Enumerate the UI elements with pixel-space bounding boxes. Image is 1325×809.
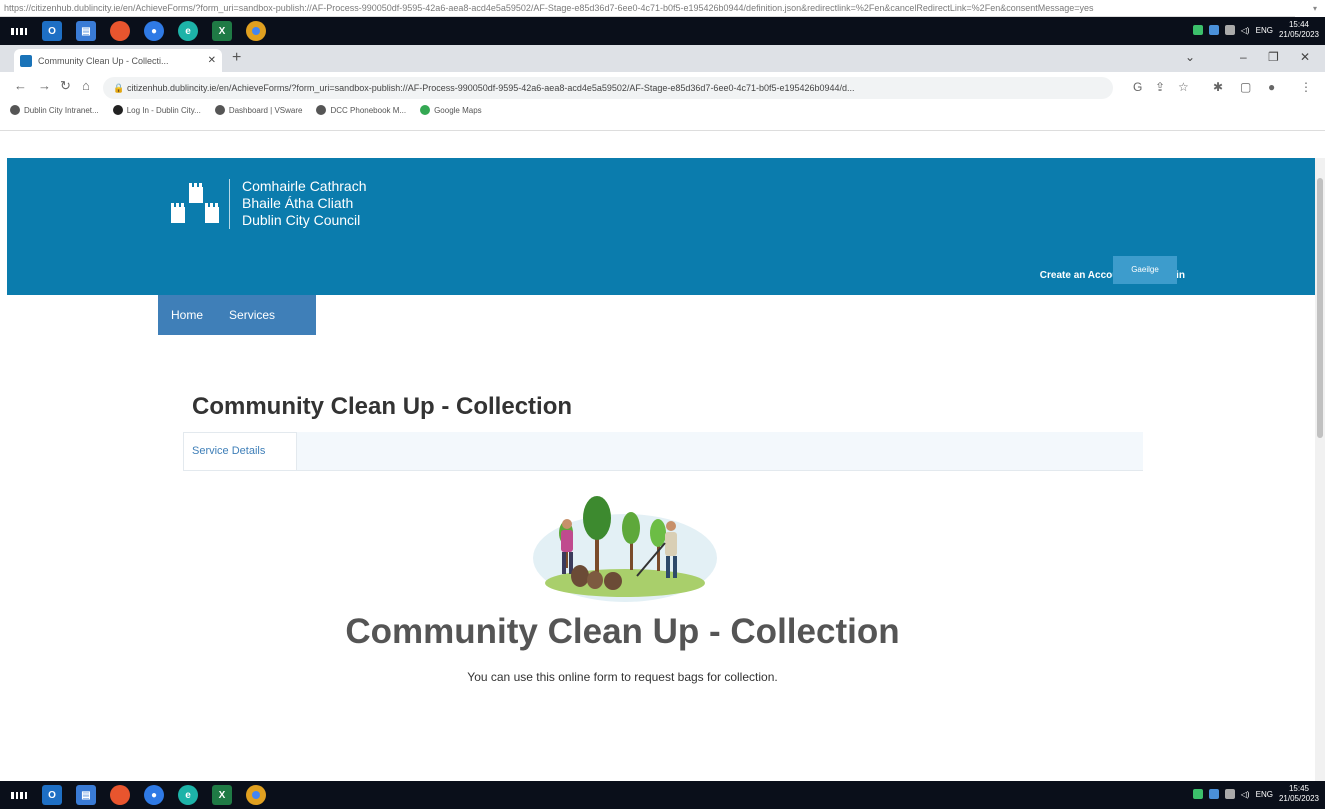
- scroll-thumb[interactable]: [1317, 178, 1323, 438]
- bookmark-item[interactable]: Dublin City Intranet...: [10, 105, 99, 115]
- chrome-icon[interactable]: [246, 21, 266, 41]
- address-bar[interactable]: 🔒 citizenhub.dublincity.ie/en/AchieveFor…: [103, 77, 1113, 99]
- globe-icon: [214, 105, 225, 115]
- clock-time: 15:45: [1288, 784, 1309, 793]
- windows-start-icon[interactable]: [10, 786, 28, 804]
- network-icon[interactable]: [1224, 25, 1235, 35]
- maps-pin-icon[interactable]: ●: [144, 21, 164, 41]
- sidepanel-icon[interactable]: ▢: [1240, 80, 1251, 94]
- home-icon[interactable]: ⌂: [82, 78, 90, 93]
- excel-icon[interactable]: X: [212, 785, 232, 805]
- close-window-icon[interactable]: ✕: [1300, 50, 1310, 64]
- new-tab-icon[interactable]: +: [232, 49, 241, 67]
- page-scrollbar[interactable]: [1315, 158, 1325, 781]
- bookmark-item[interactable]: Google Maps: [420, 105, 482, 115]
- gaeilge-button[interactable]: Gaeilge: [1113, 256, 1177, 284]
- google-icon[interactable]: G: [1133, 80, 1142, 94]
- taskbar-top: O ▤ ● e X ◁) ENG 15:44 21/05/2023: [0, 17, 1325, 45]
- browser-tab-bar: Community Clean Up - Collecti... ✕ + ⌄ –…: [0, 45, 1325, 72]
- edge-icon[interactable]: e: [178, 785, 198, 805]
- tray-app-icon[interactable]: [1192, 25, 1203, 35]
- forward-icon[interactable]: →: [38, 78, 51, 93]
- windows-start-icon[interactable]: [10, 22, 28, 40]
- tab-service-details[interactable]: Service Details: [183, 432, 297, 470]
- site-header: Comhairle Cathrach Bhaile Átha Cliath Du…: [7, 158, 1315, 295]
- tray-people-icon[interactable]: [1208, 789, 1219, 799]
- outlook-icon[interactable]: O: [42, 785, 62, 805]
- clock-date: 21/05/2023: [1278, 794, 1319, 803]
- restore-icon[interactable]: ❐: [1268, 50, 1279, 64]
- form-tabs: Service Details: [183, 432, 1143, 471]
- dcc-logo[interactable]: Comhairle Cathrach Bhaile Átha Cliath Du…: [167, 178, 367, 229]
- dcc-favicon-icon: [20, 54, 32, 67]
- three-castles-icon: [167, 181, 223, 227]
- nav-home[interactable]: Home: [158, 308, 216, 322]
- clock-time: 15:44: [1288, 20, 1309, 29]
- language-indicator[interactable]: ENG: [1256, 26, 1273, 35]
- share-icon[interactable]: ⇪: [1155, 80, 1165, 94]
- firefox-icon[interactable]: [110, 21, 130, 41]
- main-nav: Home Services: [158, 295, 316, 335]
- page-title: Community Clean Up - Collection: [192, 393, 573, 420]
- extensions-icon[interactable]: ✱: [1213, 80, 1223, 94]
- bookmark-item[interactable]: DCC Phonebook M...: [316, 105, 406, 115]
- hero-description: You can use this online form to request …: [467, 670, 778, 684]
- logo-line-irish-1: Comhairle Cathrach: [242, 178, 367, 194]
- tray-people-icon[interactable]: [1208, 25, 1219, 35]
- chevron-down-icon: ▾: [1312, 4, 1317, 13]
- outlook-icon[interactable]: O: [42, 21, 62, 41]
- site-icon: [112, 105, 123, 115]
- bookmark-item[interactable]: Log In - Dublin City...: [112, 105, 201, 115]
- back-icon[interactable]: ←: [14, 78, 27, 93]
- nav-services[interactable]: Services: [216, 308, 288, 322]
- bookmark-label: Dublin City Intranet...: [24, 105, 99, 115]
- bookmark-label: Log In - Dublin City...: [126, 105, 201, 115]
- minimize-icon[interactable]: –: [1240, 50, 1247, 64]
- edge-icon[interactable]: e: [178, 21, 198, 41]
- firefox-icon[interactable]: [110, 785, 130, 805]
- hero-heading: Community Clean Up - Collection: [345, 612, 900, 651]
- bookmarks-bar: Dublin City Intranet... Log In - Dublin …: [10, 105, 482, 115]
- bookmark-label: Google Maps: [434, 105, 482, 115]
- file-explorer-icon[interactable]: ▤: [76, 785, 96, 805]
- volume-icon[interactable]: ◁): [1241, 790, 1250, 799]
- browser-toolbar: ← → ↻ ⌂ 🔒 citizenhub.dublincity.ie/en/Ac…: [0, 72, 1325, 131]
- logo-line-english: Dublin City Council: [242, 212, 361, 228]
- tab-title: Community Clean Up - Collecti...: [38, 55, 169, 66]
- url-strip-text: https://citizenhub.dublincity.ie/en/Achi…: [4, 3, 1094, 13]
- close-tab-icon[interactable]: ✕: [208, 55, 216, 66]
- taskbar-bottom: O ▤ ● e X ◁) ENG 15:45 21/05/2023: [0, 781, 1325, 809]
- network-icon[interactable]: [1224, 789, 1235, 799]
- tray-app-icon[interactable]: [1192, 789, 1203, 799]
- url-strip: https://citizenhub.dublincity.ie/en/Achi…: [0, 0, 1325, 17]
- taskbar-clock[interactable]: 15:45 21/05/2023: [1279, 784, 1319, 804]
- logo-line-irish-2: Bhaile Átha Cliath: [242, 195, 354, 211]
- chrome-icon[interactable]: [246, 785, 266, 805]
- clean-up-illustration: [533, 496, 717, 602]
- reload-icon[interactable]: ↻: [60, 78, 71, 94]
- maps-pin-icon[interactable]: ●: [144, 785, 164, 805]
- bookmark-label: Dashboard | VSware: [228, 105, 303, 115]
- lock-icon[interactable]: 🔒: [113, 77, 124, 99]
- bookmark-item[interactable]: Dashboard | VSware: [214, 105, 303, 115]
- globe-icon: [316, 105, 327, 115]
- address-text: citizenhub.dublincity.ie/en/AchieveForms…: [127, 83, 855, 93]
- bookmark-label: DCC Phonebook M...: [330, 105, 407, 115]
- volume-icon[interactable]: ◁): [1241, 26, 1250, 35]
- browser-tab[interactable]: Community Clean Up - Collecti... ✕: [14, 49, 222, 72]
- taskbar-clock[interactable]: 15:44 21/05/2023: [1279, 20, 1319, 40]
- file-explorer-icon[interactable]: ▤: [76, 21, 96, 41]
- language-indicator[interactable]: ENG: [1256, 790, 1273, 799]
- maps-pin-icon: [420, 105, 431, 115]
- globe-icon: [10, 105, 20, 115]
- star-icon[interactable]: ☆: [1178, 80, 1189, 94]
- clock-date: 21/05/2023: [1278, 30, 1319, 39]
- excel-icon[interactable]: X: [212, 21, 232, 41]
- profile-icon[interactable]: ●: [1268, 80, 1275, 94]
- logo-text: Comhairle Cathrach Bhaile Átha Cliath Du…: [242, 178, 367, 229]
- menu-icon[interactable]: ⋮: [1300, 80, 1312, 94]
- tab-search-icon[interactable]: ⌄: [1185, 50, 1195, 64]
